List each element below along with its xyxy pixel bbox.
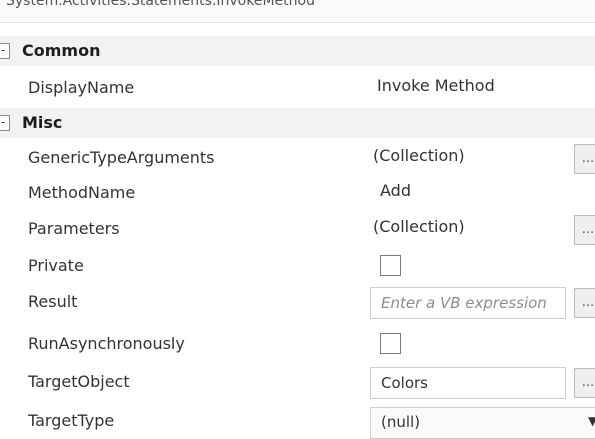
- target-type-dropdown[interactable]: (null) ▼: [370, 407, 595, 439]
- property-row-private: Private: [0, 248, 595, 284]
- property-row-display-name: DisplayName Invoke Method: [0, 70, 595, 106]
- collapse-icon[interactable]: -: [0, 115, 10, 131]
- run-asynchronously-checkbox[interactable]: [380, 333, 401, 354]
- collapse-icon[interactable]: -: [0, 43, 10, 59]
- property-name-target-object: TargetObject: [28, 372, 130, 391]
- target-type-value: (null): [381, 413, 421, 431]
- result-ellipsis-button[interactable]: ...: [574, 288, 595, 318]
- property-row-generic-type-arguments: GenericTypeArguments (Collection) ...: [0, 140, 595, 176]
- category-common-label: Common: [22, 41, 101, 60]
- property-name-run-asynchronously: RunAsynchronously: [28, 334, 185, 353]
- method-name-value[interactable]: Add: [380, 181, 411, 200]
- property-name-generic-type-arguments: GenericTypeArguments: [28, 148, 215, 167]
- property-row-result: Result Enter a VB expression ...: [0, 284, 595, 320]
- property-name-method-name: MethodName: [28, 183, 136, 202]
- activity-type-name: System.Activities.Statements.InvokeMetho…: [6, 0, 315, 9]
- display-name-value[interactable]: Invoke Method: [377, 76, 495, 95]
- activity-type-header: System.Activities.Statements.InvokeMetho…: [0, 0, 595, 23]
- properties-panel: System.Activities.Statements.InvokeMetho…: [0, 0, 595, 439]
- generic-type-arguments-ellipsis-button[interactable]: ...: [574, 144, 595, 174]
- target-object-value: Colors: [381, 374, 428, 392]
- property-row-method-name: MethodName Add: [0, 175, 595, 211]
- private-checkbox[interactable]: [380, 255, 401, 276]
- property-name-parameters: Parameters: [28, 219, 120, 238]
- result-expression-input[interactable]: Enter a VB expression: [370, 287, 566, 319]
- chevron-down-icon[interactable]: ▼: [588, 414, 595, 428]
- property-row-run-asynchronously: RunAsynchronously: [0, 326, 595, 362]
- property-name-result: Result: [28, 292, 78, 311]
- generic-type-arguments-value: (Collection): [373, 146, 465, 165]
- category-misc-label: Misc: [22, 113, 63, 132]
- property-row-target-object: TargetObject Colors ...: [0, 364, 595, 400]
- target-object-ellipsis-button[interactable]: ...: [574, 368, 595, 398]
- category-misc[interactable]: - Misc: [0, 108, 595, 138]
- property-row-target-type: TargetType (null) ▼: [0, 403, 595, 439]
- property-name-private: Private: [28, 256, 84, 275]
- property-name-display-name: DisplayName: [28, 78, 135, 97]
- result-expression-placeholder: Enter a VB expression: [381, 294, 547, 312]
- category-common[interactable]: - Common: [0, 36, 595, 66]
- property-name-target-type: TargetType: [28, 411, 115, 430]
- target-object-input[interactable]: Colors: [370, 367, 566, 399]
- property-row-parameters: Parameters (Collection) ...: [0, 211, 595, 247]
- parameters-value: (Collection): [373, 217, 465, 236]
- parameters-ellipsis-button[interactable]: ...: [574, 215, 595, 245]
